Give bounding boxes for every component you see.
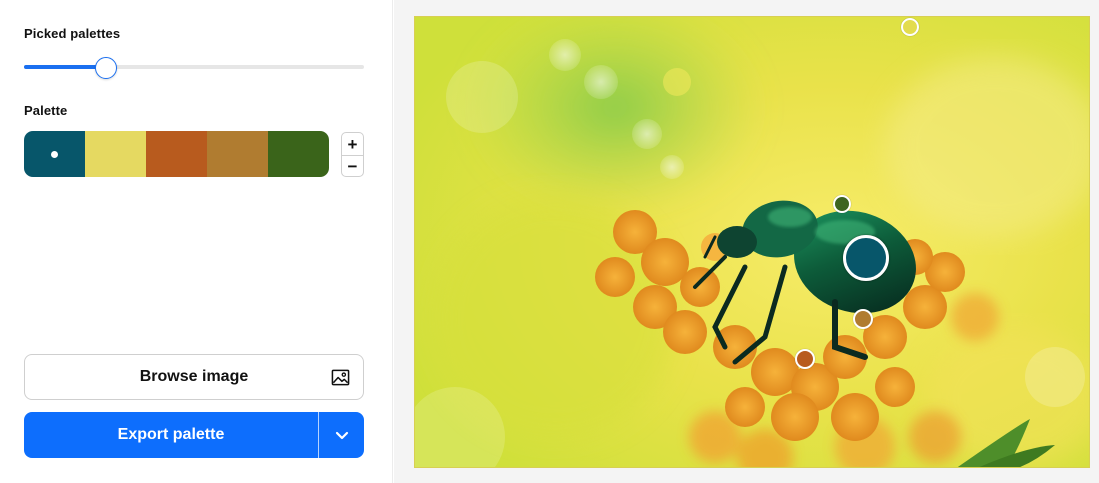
export-options-dropdown[interactable]	[319, 412, 364, 458]
color-picker[interactable]	[833, 195, 851, 213]
color-picker[interactable]	[795, 349, 815, 369]
palette-generator-app: Picked palettes Palette + − Browse image…	[0, 0, 1099, 483]
browse-image-button[interactable]: Browse image	[24, 354, 364, 400]
image-panel	[394, 0, 1099, 483]
picked-palettes-title: Picked palettes	[24, 26, 121, 41]
controls-panel: Picked palettes Palette + − Browse image…	[0, 0, 393, 483]
chevron-down-icon	[335, 431, 348, 439]
palette-swatch[interactable]	[85, 131, 146, 177]
palette-swatches	[24, 131, 329, 177]
selected-color-picker[interactable]	[843, 235, 889, 281]
slider-thumb[interactable]	[95, 57, 117, 79]
palette-swatch[interactable]	[207, 131, 268, 177]
color-picker[interactable]	[901, 18, 919, 36]
export-palette-button-group: Export palette	[24, 412, 364, 458]
remove-color-button[interactable]: −	[342, 155, 363, 176]
picked-palettes-slider[interactable]	[24, 57, 364, 79]
color-picker[interactable]	[853, 309, 873, 329]
image-canvas[interactable]	[414, 16, 1090, 468]
export-palette-button[interactable]: Export palette	[24, 412, 318, 458]
palette-swatch[interactable]	[146, 131, 207, 177]
palette-title: Palette	[24, 103, 68, 118]
palette-swatch[interactable]	[24, 131, 85, 177]
beetle-on-flowers-image	[415, 17, 1089, 467]
selected-swatch-indicator	[51, 150, 58, 158]
palette-swatch[interactable]	[268, 131, 329, 177]
image-icon	[331, 369, 350, 386]
palette-size-stepper: + −	[341, 132, 364, 177]
slider-fill	[24, 65, 106, 69]
add-color-button[interactable]: +	[342, 133, 363, 155]
browse-image-label: Browse image	[139, 368, 249, 385]
